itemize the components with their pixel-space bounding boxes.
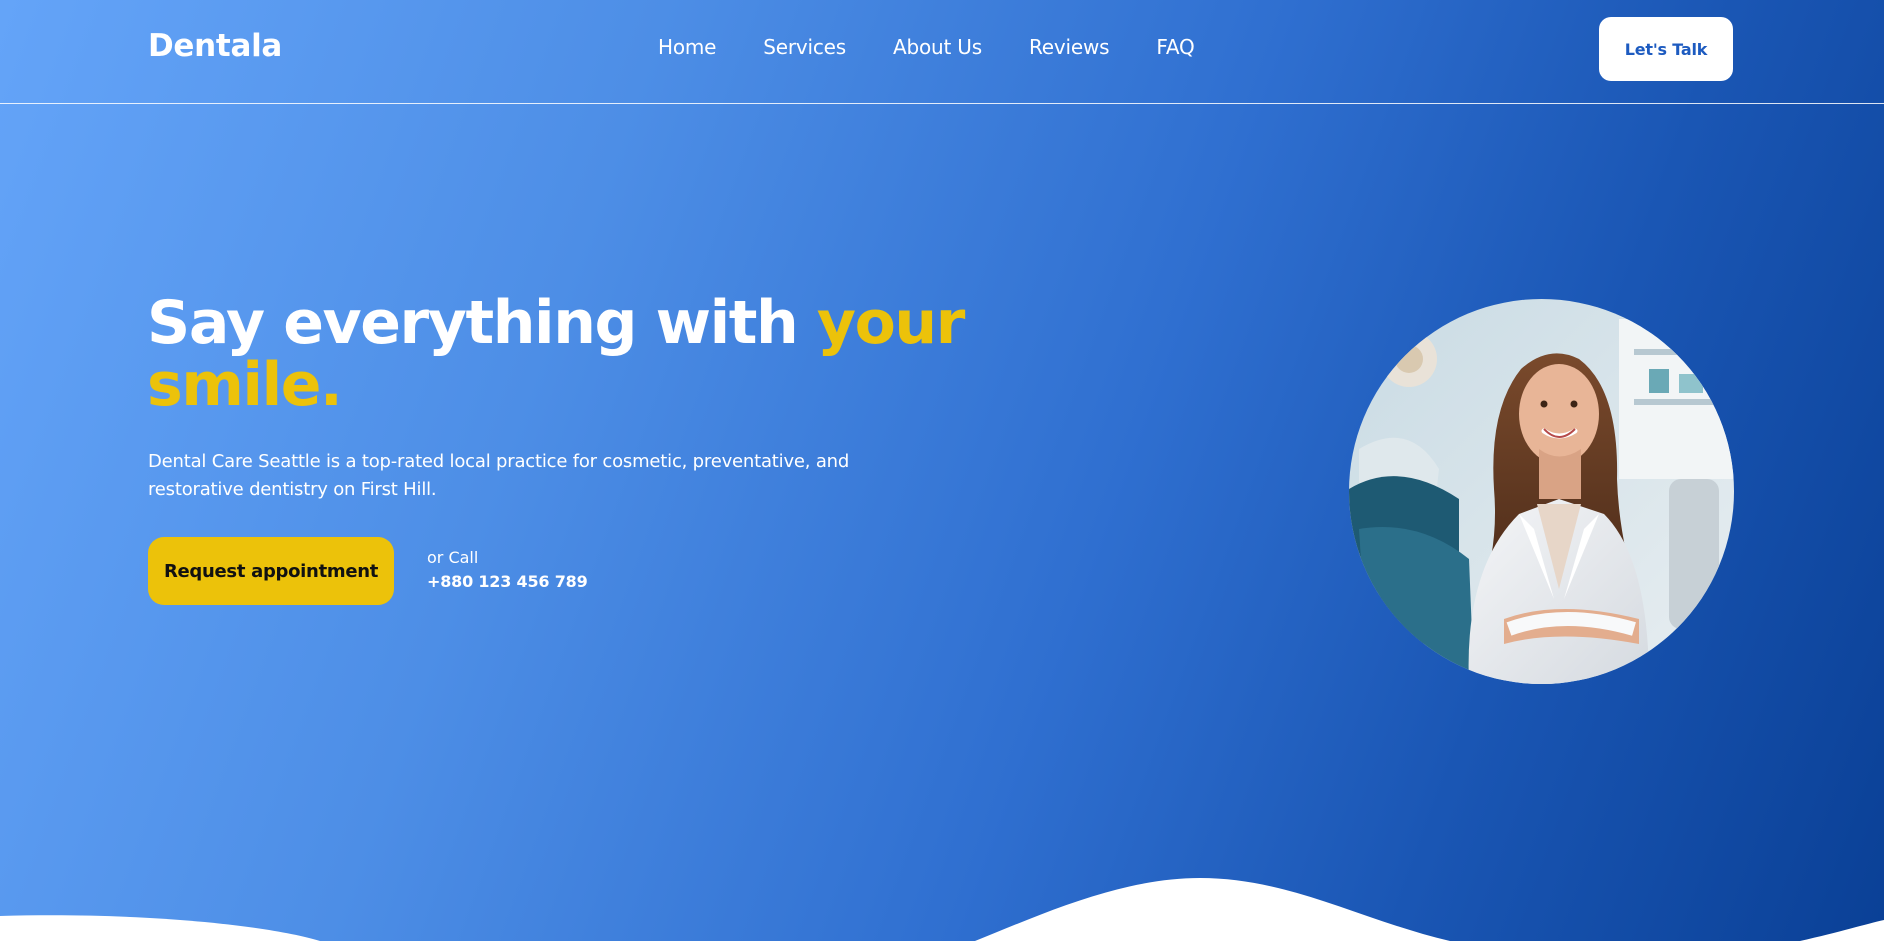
nav-item-faq[interactable]: FAQ [1156, 35, 1194, 59]
dentist-portrait-image [1349, 299, 1734, 684]
call-label: or Call [427, 548, 479, 567]
call-phone-link[interactable]: +880 123 456 789 [427, 568, 588, 596]
hero-title-main: Say everything with [147, 288, 817, 358]
dentist-portrait-icon [1349, 299, 1734, 684]
nav-item-services[interactable]: Services [763, 35, 846, 59]
bottom-wave-divider [0, 878, 1884, 941]
nav-item-home[interactable]: Home [658, 35, 716, 59]
brand-logo[interactable]: Dentala [148, 28, 282, 64]
lets-talk-button[interactable]: Let's Talk [1599, 17, 1733, 81]
main-nav: Home Services About Us Reviews FAQ [658, 35, 1195, 59]
request-appointment-button[interactable]: Request appointment [148, 537, 394, 605]
call-info: or Call +880 123 456 789 [427, 548, 588, 596]
hero-title: Say everything with your smile. [147, 292, 987, 416]
nav-item-reviews[interactable]: Reviews [1029, 35, 1110, 59]
site-header: Dentala Home Services About Us Reviews F… [0, 0, 1884, 104]
hero-description: Dental Care Seattle is a top-rated local… [148, 451, 850, 500]
nav-item-about-us[interactable]: About Us [893, 35, 982, 59]
